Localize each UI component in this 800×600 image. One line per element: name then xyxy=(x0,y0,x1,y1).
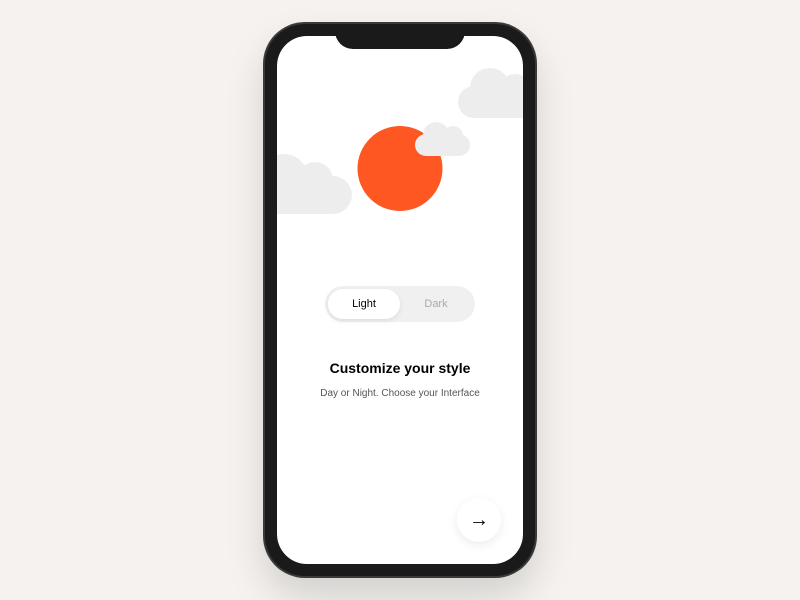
cloud-icon xyxy=(277,176,352,214)
cloud-icon xyxy=(458,86,523,118)
onboarding-content: Customize your style Day or Night. Choos… xyxy=(277,360,523,399)
next-button[interactable]: → xyxy=(457,498,501,542)
app-screen: Light Dark Customize your style Day or N… xyxy=(277,36,523,564)
theme-option-dark[interactable]: Dark xyxy=(400,289,472,319)
onboarding-subtext: Day or Night. Choose your Interface xyxy=(297,388,503,399)
phone-device-frame: Light Dark Customize your style Day or N… xyxy=(265,24,535,576)
theme-toggle[interactable]: Light Dark xyxy=(325,286,475,322)
cloud-icon xyxy=(415,134,470,156)
theme-toggle-container: Light Dark xyxy=(277,286,523,322)
onboarding-heading: Customize your style xyxy=(297,360,503,376)
arrow-right-icon: → xyxy=(469,510,489,530)
theme-option-light[interactable]: Light xyxy=(328,289,400,319)
sky-illustration xyxy=(277,46,523,266)
